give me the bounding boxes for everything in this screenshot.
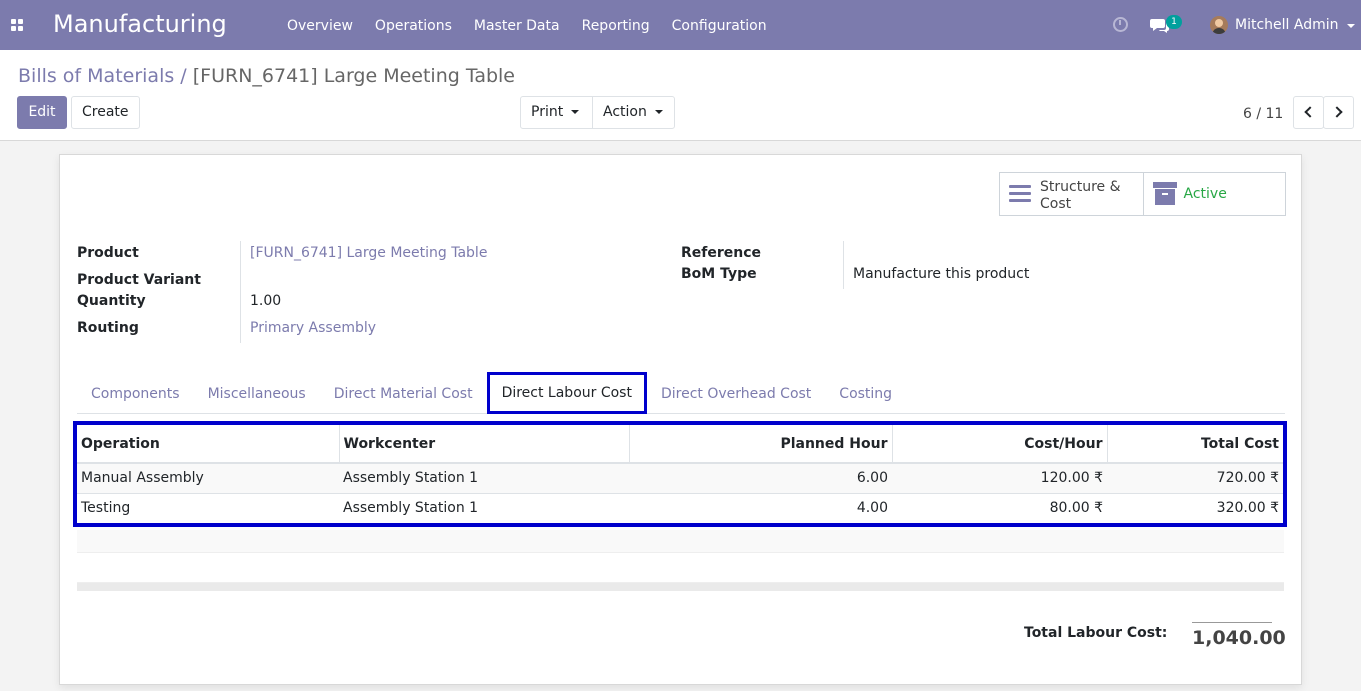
product-variant-label: Product Variant	[77, 272, 201, 288]
form-sheet: Structure & Cost Active Product [FURN_67…	[59, 154, 1302, 685]
labour-cost-table: Operation Workcenter Planned Hour Cost/H…	[73, 421, 1287, 527]
edit-button[interactable]: Edit	[17, 96, 67, 129]
breadcrumb-parent[interactable]: Bills of Materials	[18, 65, 174, 87]
archive-icon	[1152, 182, 1177, 205]
chevron-down-icon	[571, 110, 580, 114]
reference-label: Reference	[681, 245, 762, 261]
tab-miscellaneous[interactable]: Miscellaneous	[194, 372, 320, 414]
control-panel: Bills of Materials / [FURN_6741] Large M…	[0, 50, 1361, 141]
structure-cost-button[interactable]: Structure & Cost	[1000, 173, 1143, 215]
print-label: Print	[531, 104, 564, 120]
operation-cell: Manual Assembly	[77, 462, 339, 493]
app-name[interactable]: Manufacturing	[53, 10, 227, 38]
workcenter-cell: Assembly Station 1	[339, 462, 629, 493]
active-label: Active	[1183, 186, 1227, 202]
tab-direct-overhead-cost[interactable]: Direct Overhead Cost	[647, 372, 825, 414]
chevron-left-icon	[1304, 106, 1316, 118]
user-name[interactable]: Mitchell Admin	[1235, 17, 1339, 33]
table-row[interactable]: Manual Assembly Assembly Station 1 6.00 …	[77, 462, 1283, 493]
smart-button-box: Structure & Cost Active	[999, 172, 1286, 216]
avatar[interactable]	[1210, 16, 1228, 34]
column-header-operation[interactable]: Operation	[77, 425, 339, 464]
tab-components[interactable]: Components	[77, 372, 194, 414]
total-cost-cell: 320.00 ₹	[1107, 492, 1283, 523]
total-cost-cell: 720.00 ₹	[1107, 462, 1283, 493]
column-header-planned-hour[interactable]: Planned Hour	[628, 425, 892, 464]
product-label: Product	[77, 245, 139, 261]
active-toggle-button[interactable]: Active	[1142, 173, 1286, 215]
column-header-workcenter[interactable]: Workcenter	[338, 425, 629, 464]
top-navbar: Manufacturing Overview Operations Master…	[0, 0, 1361, 50]
column-header-total-cost[interactable]: Total Cost	[1106, 425, 1283, 464]
bars-icon	[1009, 185, 1031, 203]
menu-operations[interactable]: Operations	[364, 0, 463, 50]
column-header-cost-hour[interactable]: Cost/Hour	[891, 425, 1107, 464]
total-labour-cost-value: 1,040.00	[1192, 622, 1286, 649]
field-divider	[240, 241, 241, 343]
empty-row	[77, 530, 1284, 553]
apps-menu-icon[interactable]	[11, 19, 24, 31]
tab-direct-labour-cost[interactable]: Direct Labour Cost	[486, 372, 647, 414]
pager-previous-button[interactable]	[1293, 96, 1324, 129]
main-menu: Overview Operations Master Data Reportin…	[276, 0, 778, 50]
workcenter-cell: Assembly Station 1	[339, 492, 629, 523]
planned-hour-cell: 6.00	[629, 462, 892, 493]
breadcrumb-current: [FURN_6741] Large Meeting Table	[192, 65, 515, 87]
chevron-right-icon	[1331, 106, 1343, 118]
bom-type-value: Manufacture this product	[853, 266, 1030, 282]
table-row[interactable]: Testing Assembly Station 1 4.00 80.00 ₹ …	[77, 492, 1283, 523]
structure-cost-line2: Cost	[1040, 196, 1072, 212]
pager-next-button[interactable]	[1323, 96, 1354, 129]
chevron-down-icon	[654, 110, 663, 114]
pager-value[interactable]: 6 / 11	[1243, 106, 1283, 122]
activity-clock-icon[interactable]	[1113, 17, 1128, 32]
empty-row	[77, 553, 1284, 583]
action-dropdown[interactable]: Action	[592, 96, 675, 129]
create-button[interactable]: Create	[71, 96, 140, 129]
user-menu-chevron-down-icon[interactable]	[1347, 24, 1355, 28]
chat-badge: 1	[1166, 15, 1182, 29]
menu-overview[interactable]: Overview	[276, 0, 364, 50]
table-footer	[77, 583, 1284, 591]
breadcrumb-separator: /	[180, 65, 187, 87]
tab-costing[interactable]: Costing	[825, 372, 906, 414]
routing-value[interactable]: Primary Assembly	[250, 320, 376, 336]
structure-cost-label: Structure & Cost	[1040, 179, 1121, 213]
notebook-tabs: Components Miscellaneous Direct Material…	[77, 372, 1285, 414]
operation-cell: Testing	[77, 492, 339, 523]
field-divider	[843, 241, 844, 289]
routing-label: Routing	[77, 320, 139, 336]
cost-hour-cell: 80.00 ₹	[892, 492, 1107, 523]
bom-type-label: BoM Type	[681, 266, 757, 282]
quantity-value: 1.00	[250, 293, 282, 309]
product-value[interactable]: [FURN_6741] Large Meeting Table	[250, 245, 487, 261]
total-labour-cost-label: Total Labour Cost:	[1024, 625, 1168, 641]
menu-reporting[interactable]: Reporting	[571, 0, 661, 50]
quantity-label: Quantity	[77, 293, 146, 309]
cost-hour-cell: 120.00 ₹	[892, 462, 1107, 493]
tab-direct-material-cost[interactable]: Direct Material Cost	[320, 372, 487, 414]
structure-cost-line1: Structure &	[1040, 179, 1121, 195]
action-label: Action	[603, 104, 647, 120]
breadcrumb: Bills of Materials / [FURN_6741] Large M…	[18, 65, 515, 87]
planned-hour-cell: 4.00	[629, 492, 892, 523]
print-dropdown[interactable]: Print	[520, 96, 593, 129]
menu-master-data[interactable]: Master Data	[463, 0, 571, 50]
menu-configuration[interactable]: Configuration	[661, 0, 778, 50]
